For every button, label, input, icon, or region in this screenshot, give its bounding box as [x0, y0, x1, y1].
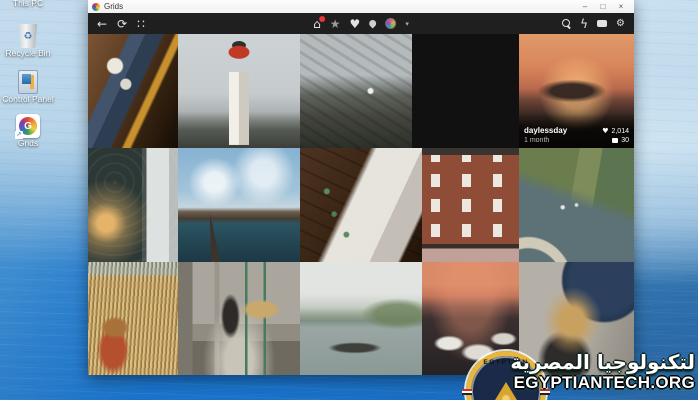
maximize-button[interactable]: □	[594, 1, 612, 13]
heart-icon: ♥	[602, 127, 608, 135]
photo-tile-red-white-lighthouse[interactable]	[178, 34, 300, 148]
control-panel-icon	[18, 70, 38, 94]
comments-stat: 30	[612, 137, 629, 144]
post-hover-overlay: daylessday 1 month ♥2,014 30	[519, 114, 634, 148]
post-stats: ♥2,014 30	[602, 127, 629, 144]
back-icon[interactable]: ←	[97, 18, 107, 30]
photo-tile-foggy-fjord[interactable]	[300, 262, 422, 375]
close-button[interactable]: ×	[612, 1, 630, 13]
egypt-flag-icon	[462, 389, 472, 395]
toolbar-left: ← ⟳ ∷	[97, 13, 145, 34]
grid-row-2	[88, 148, 634, 262]
photo-tile-brick-building-cyclists[interactable]	[422, 148, 519, 262]
photo-grid: daylessday 1 month ♥2,014 30	[88, 34, 634, 375]
refresh-icon[interactable]: ⟳	[117, 18, 127, 30]
grids-window: Grids – □ × ← ⟳ ∷ ⌂ ★ ♥ ▾ ϟ	[88, 0, 634, 375]
toolbar-center: ⌂ ★ ♥ ▾	[313, 13, 409, 34]
comment-icon	[612, 138, 618, 143]
window-title: Grids	[104, 2, 576, 11]
photo-tile-woman-by-window[interactable]	[88, 148, 178, 262]
shortcut-arrow-icon: ↗	[15, 131, 23, 139]
watermark-site-text: EGYPTIANTECH.ORG	[514, 373, 695, 393]
photo-tile-sailboats[interactable]	[412, 34, 519, 148]
toolbar-right: ϟ ⚙	[562, 13, 625, 34]
desktop-icon-control-panel[interactable]: Control Panel	[2, 70, 54, 104]
photo-tile-bridal-veil-flatlay[interactable]	[300, 148, 422, 262]
location-pin-icon[interactable]	[368, 19, 378, 29]
settings-gear-icon[interactable]: ⚙	[616, 19, 625, 29]
home-icon[interactable]: ⌂	[313, 18, 321, 30]
grids-titlebar-icon	[92, 3, 100, 11]
desktop: This PC ♻ Recycle Bin Control Panel G ↗ …	[0, 0, 698, 400]
likes-stat: ♥2,014	[602, 127, 629, 135]
photo-tile-girl-in-reeds[interactable]	[88, 262, 178, 375]
desktop-icon-recycle-bin[interactable]: ♻ Recycle Bin	[2, 24, 54, 58]
favorites-star-icon[interactable]: ★	[330, 18, 341, 30]
post-username: daylessday	[524, 126, 567, 135]
desktop-icon-label: Control Panel	[2, 95, 54, 104]
layout-grid-icon[interactable]: ∷	[137, 18, 145, 30]
desktop-icon-label: This PC	[13, 0, 43, 8]
photo-tile-sunset-harbor[interactable]: daylessday 1 month ♥2,014 30	[519, 34, 634, 148]
search-icon[interactable]	[562, 19, 571, 28]
grids-app-icon: G ↗	[16, 114, 40, 138]
desktop-icon-grids[interactable]: G ↗ Grids	[2, 114, 54, 148]
desktop-icon-label: Grids	[18, 139, 38, 148]
photo-tile-wet-alley[interactable]	[178, 262, 300, 375]
photo-tile-legs-on-wooden-deck[interactable]	[88, 34, 178, 148]
desktop-icon-label: Recycle Bin	[6, 49, 51, 58]
grid-row-1: daylessday 1 month ♥2,014 30	[88, 34, 634, 148]
flash-icon[interactable]: ϟ	[580, 18, 588, 30]
post-meta: daylessday 1 month	[524, 126, 567, 144]
minimize-button[interactable]: –	[576, 1, 594, 13]
recycle-bin-icon: ♻	[18, 24, 38, 48]
app-toolbar: ← ⟳ ∷ ⌂ ★ ♥ ▾ ϟ ⚙	[88, 13, 634, 34]
photo-tile-coastal-gravel-road[interactable]	[519, 148, 634, 262]
post-age: 1 month	[524, 137, 567, 144]
pyramid-eye-icon	[501, 394, 511, 400]
likes-count: 2,014	[611, 128, 629, 135]
watermark-arabic-text: لتكنولوجيا المصرية	[510, 350, 695, 374]
account-dropdown-caret-icon[interactable]: ▾	[405, 20, 409, 28]
window-titlebar[interactable]: Grids – □ ×	[88, 0, 634, 13]
photo-tile-rocky-shore-figure[interactable]	[300, 34, 412, 148]
comments-count: 30	[621, 137, 629, 144]
direct-messages-icon[interactable]	[597, 20, 607, 27]
account-avatar[interactable]	[385, 18, 396, 29]
notification-badge	[319, 16, 325, 22]
photo-tile-stockholm-skyline[interactable]	[178, 148, 300, 262]
desktop-icon-this-pc[interactable]: This PC	[2, 0, 54, 8]
liked-heart-icon[interactable]: ♥	[350, 18, 361, 30]
